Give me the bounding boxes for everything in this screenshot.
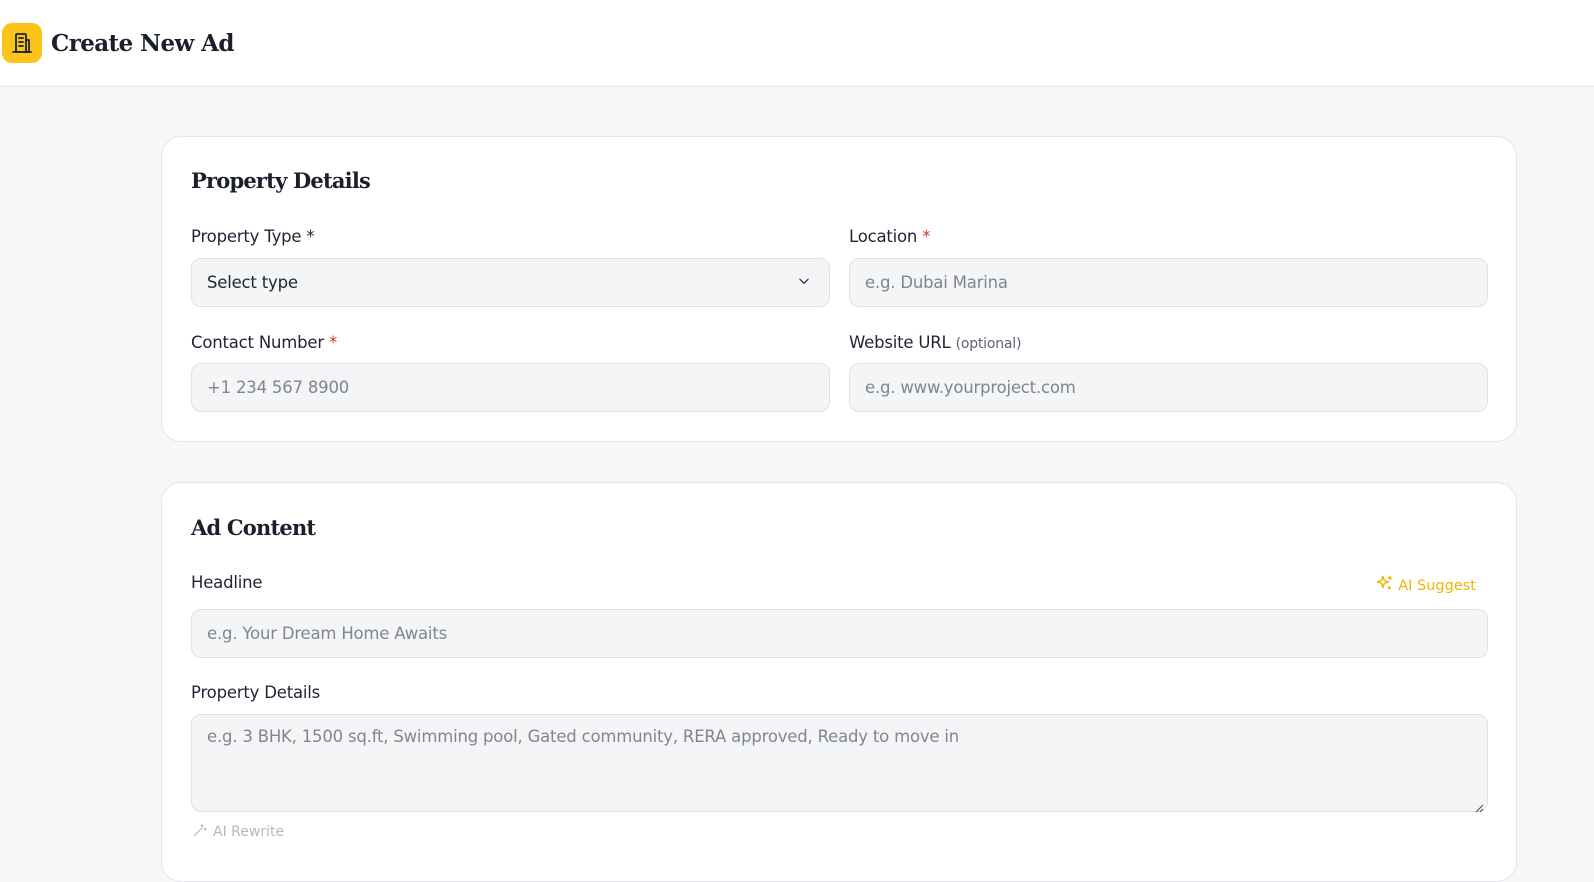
property-type-label: Property Type * bbox=[191, 227, 315, 246]
location-input[interactable]: e.g. Dubai Marina bbox=[849, 258, 1488, 307]
website-url-input[interactable]: e.g. www.yourproject.com bbox=[849, 363, 1488, 412]
building-icon bbox=[2, 23, 42, 63]
property-type-select[interactable]: Select type bbox=[191, 258, 830, 307]
magic-wand-icon bbox=[192, 822, 208, 842]
location-label: Location * bbox=[849, 227, 931, 246]
contact-number-input[interactable]: +1 234 567 8900 bbox=[191, 363, 830, 412]
ad-content-title: Ad Content bbox=[191, 515, 316, 540]
ai-suggest-button[interactable]: AI Suggest bbox=[1375, 574, 1476, 597]
resize-handle-icon[interactable] bbox=[1474, 798, 1484, 813]
sparkles-icon bbox=[1375, 574, 1394, 597]
ad-content-card: Ad Content Headline AI Suggest e.g. Your… bbox=[161, 482, 1517, 882]
website-url-label: Website URL (optional) bbox=[849, 333, 1022, 352]
property-details-label: Property Details bbox=[191, 683, 321, 702]
contact-number-label: Contact Number * bbox=[191, 333, 337, 352]
property-details-card: Property Details Property Type * Select … bbox=[161, 136, 1517, 442]
ai-rewrite-button[interactable]: AI Rewrite bbox=[192, 822, 284, 842]
property-details-title: Property Details bbox=[191, 168, 371, 193]
chevron-down-icon bbox=[797, 273, 811, 292]
top-bar: Create New Ad bbox=[0, 0, 1594, 87]
headline-input[interactable]: e.g. Your Dream Home Awaits bbox=[191, 609, 1488, 658]
property-details-textarea[interactable]: e.g. 3 BHK, 1500 sq.ft, Swimming pool, G… bbox=[191, 714, 1488, 813]
headline-label: Headline bbox=[191, 573, 263, 592]
page-title: Create New Ad bbox=[51, 29, 234, 57]
